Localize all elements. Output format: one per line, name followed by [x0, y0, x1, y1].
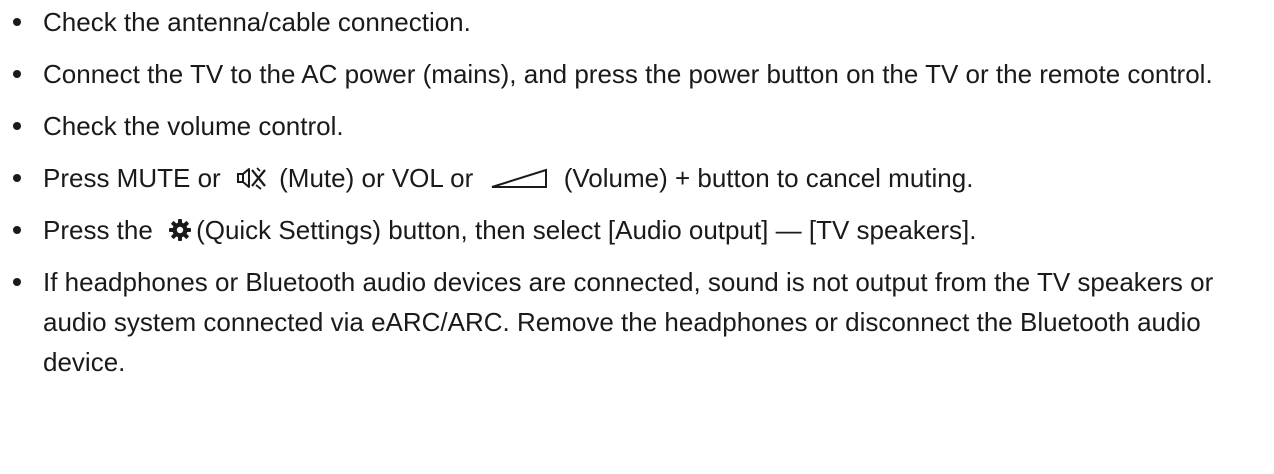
bullet: [13, 174, 21, 182]
item-text-part: Press MUTE or: [43, 163, 228, 193]
item-text: Connect the TV to the AC power (mains), …: [43, 59, 1213, 89]
list-item: Press the (Quick Settings) button, then …: [0, 210, 1274, 250]
item-text: Check the volume control.: [43, 111, 344, 141]
list-item: If headphones or Bluetooth audio devices…: [0, 262, 1274, 382]
item-text-part: Press the: [43, 215, 161, 245]
volume-icon: [490, 167, 548, 189]
item-text-part: (Quick Settings) button, then select [Au…: [196, 215, 977, 245]
item-text: If headphones or Bluetooth audio devices…: [43, 267, 1214, 377]
gear-icon: [168, 218, 192, 242]
item-text: Check the antenna/cable connection.: [43, 7, 471, 37]
list-item: Connect the TV to the AC power (mains), …: [0, 54, 1274, 94]
item-text-part: (Volume) + button to cancel muting.: [556, 163, 974, 193]
troubleshooting-list: Check the antenna/cable connection. Conn…: [0, 2, 1274, 382]
list-item: Check the antenna/cable connection.: [0, 2, 1274, 42]
item-text-part: (Mute) or VOL or: [271, 163, 481, 193]
list-item: Press MUTE or (Mute) or VOL or (Volume) …: [0, 158, 1274, 198]
bullet: [13, 122, 21, 130]
bullet: [13, 278, 21, 286]
bullet: [13, 18, 21, 26]
bullet: [13, 70, 21, 78]
bullet: [13, 226, 21, 234]
list-item: Check the volume control.: [0, 106, 1274, 146]
mute-icon: [236, 165, 268, 191]
